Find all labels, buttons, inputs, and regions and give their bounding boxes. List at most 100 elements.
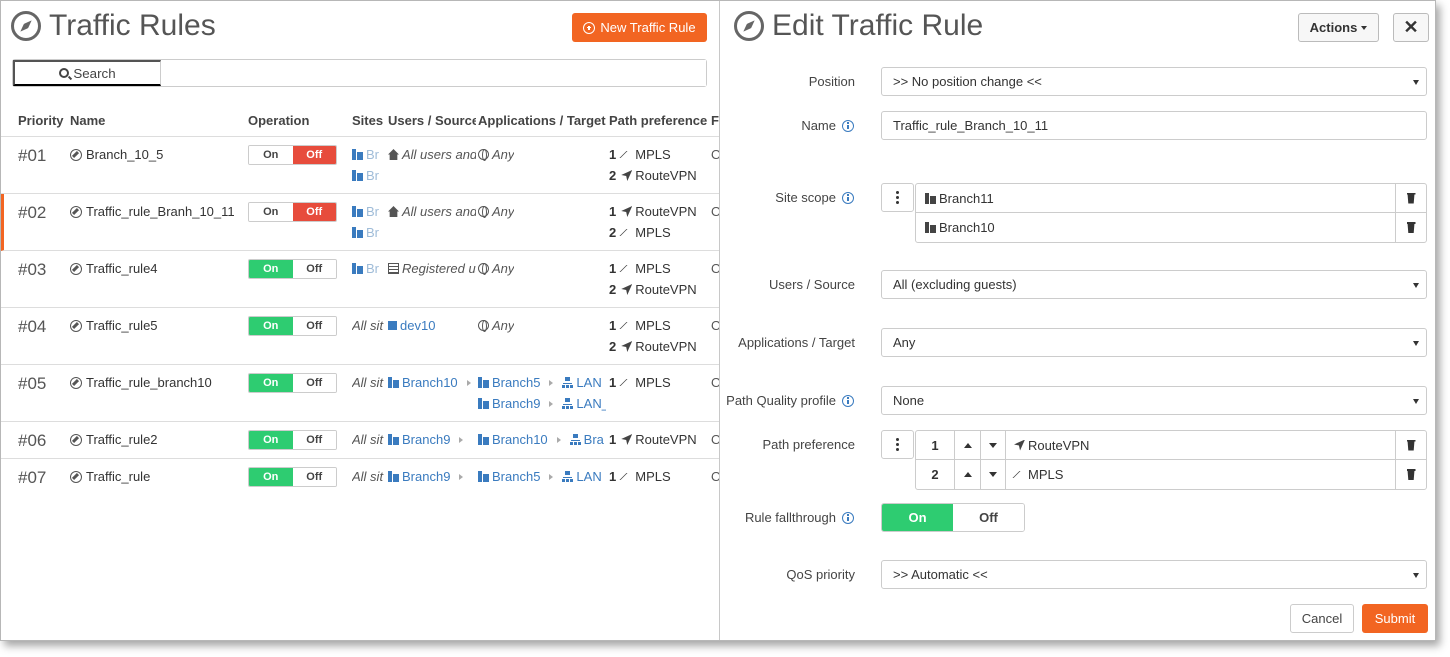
position-select[interactable]: >> No position change <<: [881, 67, 1427, 96]
cancel-button[interactable]: Cancel: [1290, 604, 1354, 633]
info-icon[interactable]: [842, 394, 854, 407]
applications-target-select[interactable]: Any: [881, 328, 1427, 357]
app-target-link[interactable]: Branch9 LAN_: [478, 396, 606, 411]
compass-icon: [70, 148, 82, 161]
network-icon: [569, 434, 581, 445]
app-target-link[interactable]: Branch5 LAN: [478, 469, 606, 484]
info-icon[interactable]: [842, 191, 854, 204]
page-header: Traffic Rules: [11, 9, 216, 43]
search-button[interactable]: Search: [13, 60, 161, 86]
column-priority[interactable]: Priority: [18, 113, 64, 128]
operation-toggle[interactable]: On Off: [248, 467, 337, 487]
column-path-preference[interactable]: Path preference: [609, 113, 709, 128]
new-traffic-rule-button[interactable]: New Traffic Rule: [572, 13, 707, 42]
row-name[interactable]: Traffic_rule5: [70, 318, 158, 333]
info-icon[interactable]: [842, 119, 854, 132]
app-target-link[interactable]: Branch5 LAN: [478, 375, 602, 390]
operation-toggle[interactable]: On Off: [248, 145, 337, 165]
trash-icon[interactable]: [1395, 431, 1426, 459]
users-source-link[interactable]: Branch9: [388, 469, 469, 484]
move-down-button[interactable]: [981, 460, 1006, 489]
operation-toggle[interactable]: On Off: [248, 202, 337, 222]
move-up-button[interactable]: [955, 460, 981, 489]
qos-priority-select[interactable]: >> Automatic <<: [881, 560, 1427, 589]
users-source-link[interactable]: Branch10: [388, 375, 477, 390]
site-link[interactable]: Br: [352, 225, 384, 240]
toggle-off[interactable]: Off: [292, 146, 336, 164]
toggle-on[interactable]: On: [249, 468, 293, 486]
submit-button[interactable]: Submit: [1362, 604, 1428, 633]
path-text: RouteVPN: [635, 339, 697, 354]
move-up-button[interactable]: [955, 431, 981, 459]
fallthrough-on[interactable]: On: [882, 504, 953, 531]
rule-fallthrough-toggle[interactable]: On Off: [881, 503, 1025, 532]
target-text: Branch5: [492, 375, 541, 390]
users-source-link[interactable]: Branch9: [388, 432, 469, 447]
toggle-off[interactable]: Off: [292, 431, 336, 449]
row-name[interactable]: Traffic_rule: [70, 469, 150, 484]
row-name[interactable]: Traffic_rule_Branh_10_11: [70, 204, 235, 219]
operation-toggle[interactable]: On Off: [248, 430, 337, 450]
column-sites[interactable]: Sites: [352, 113, 384, 128]
toggle-on[interactable]: On: [249, 203, 293, 221]
users-source-link[interactable]: dev10: [388, 318, 435, 333]
toggle-off[interactable]: Off: [292, 203, 336, 221]
column-fallthrough[interactable]: Fa: [711, 113, 719, 128]
trash-icon[interactable]: [1395, 213, 1426, 242]
column-name[interactable]: Name: [70, 113, 105, 128]
trash-icon[interactable]: [1395, 460, 1426, 489]
site-link[interactable]: Br: [352, 168, 384, 183]
path-preference-item[interactable]: 1 RouteVPN: [916, 431, 1426, 460]
path-preference-item[interactable]: 2 MPLS: [916, 460, 1426, 489]
table-row[interactable]: #01 Branch_10_5 On Off Br Br All users an…: [1, 137, 719, 194]
path-quality-select[interactable]: None: [881, 386, 1427, 415]
trash-icon[interactable]: [1395, 184, 1426, 212]
info-icon[interactable]: [842, 511, 854, 524]
network-icon: [562, 377, 574, 388]
table-row[interactable]: #04 Traffic_rule5 On Off All sit dev10 An…: [1, 308, 719, 365]
table-row[interactable]: #05 Traffic_rule_branch10 On Off All sit …: [1, 365, 719, 422]
toggle-off[interactable]: Off: [292, 260, 336, 278]
users-source-select[interactable]: All (excluding guests): [881, 270, 1427, 299]
column-users-source[interactable]: Users / Source: [388, 113, 476, 128]
path-preference-menu-button[interactable]: [881, 430, 914, 459]
site-link[interactable]: Br: [352, 261, 384, 276]
operation-toggle[interactable]: On Off: [248, 316, 337, 336]
row-name[interactable]: Traffic_rule2: [70, 432, 158, 447]
traffic-rules-panel: Traffic Rules New Traffic Rule Search Pr…: [1, 1, 719, 640]
toggle-off[interactable]: Off: [292, 374, 336, 392]
site-scope-item[interactable]: Branch11: [916, 184, 1426, 213]
site-text: All sit: [352, 432, 384, 447]
column-operation[interactable]: Operation: [248, 113, 309, 128]
name-input[interactable]: [881, 111, 1427, 140]
toggle-on[interactable]: On: [249, 146, 293, 164]
toggle-on[interactable]: On: [249, 317, 293, 335]
site-link[interactable]: Br: [352, 147, 384, 162]
close-button[interactable]: ✕: [1393, 13, 1429, 42]
fallthrough-off[interactable]: Off: [953, 504, 1024, 531]
table-row[interactable]: #06 Traffic_rule2 On Off All sit Branch9 …: [1, 422, 719, 459]
row-name[interactable]: Traffic_rule_branch10: [70, 375, 212, 390]
row-name[interactable]: Traffic_rule4: [70, 261, 158, 276]
toggle-on[interactable]: On: [249, 260, 293, 278]
actions-dropdown-button[interactable]: Actions: [1298, 13, 1379, 42]
operation-toggle[interactable]: On Off: [248, 259, 337, 279]
table-row[interactable]: #07 Traffic_rule On Off All sit Branch9 B…: [1, 459, 719, 496]
site-scope-label-text: Site scope: [775, 190, 836, 205]
app-target-link[interactable]: Branch10 Bra: [478, 432, 606, 447]
move-down-button[interactable]: [981, 431, 1006, 459]
operation-toggle[interactable]: On Off: [248, 373, 337, 393]
toggle-on[interactable]: On: [249, 431, 293, 449]
toggle-off[interactable]: Off: [292, 317, 336, 335]
row-name[interactable]: Branch_10_5: [70, 147, 163, 162]
site-link[interactable]: Br: [352, 204, 384, 219]
table-row-selected[interactable]: #02 Traffic_rule_Branh_10_11 On Off Br Br…: [1, 194, 719, 251]
toggle-on[interactable]: On: [249, 374, 293, 392]
site-scope-menu-button[interactable]: [881, 183, 914, 212]
site-scope-item[interactable]: Branch10: [916, 213, 1426, 242]
column-applications-target[interactable]: Applications / Target: [478, 113, 606, 128]
table-row[interactable]: #03 Traffic_rule4 On Off Br Registered us…: [1, 251, 719, 308]
toggle-off[interactable]: Off: [292, 468, 336, 486]
compass-icon: [70, 262, 82, 275]
search-input[interactable]: [161, 60, 706, 86]
